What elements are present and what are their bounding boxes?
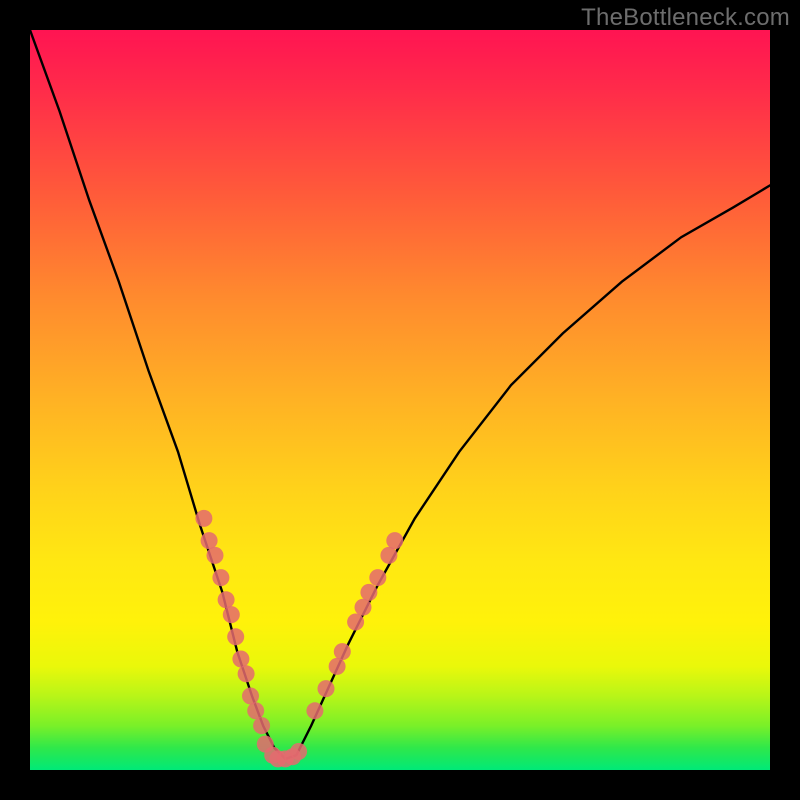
- right-dots-point: [334, 643, 351, 660]
- left-dots-point: [207, 547, 224, 564]
- left-dots-point: [253, 717, 270, 734]
- bottom-dots-point: [290, 743, 307, 760]
- left-dots-point: [227, 628, 244, 645]
- plot-area: [30, 30, 770, 770]
- right-dots-point: [360, 584, 377, 601]
- left-dots-point: [195, 510, 212, 527]
- left-dots-point: [232, 651, 249, 668]
- right-dots-point: [347, 614, 364, 631]
- watermark-text: TheBottleneck.com: [581, 4, 790, 32]
- right-dots-point: [329, 658, 346, 675]
- left-dots-point: [238, 665, 255, 682]
- left-dots-point: [201, 532, 218, 549]
- curve-line: [30, 30, 770, 759]
- right-dots-point: [380, 547, 397, 564]
- right-dots-point: [318, 680, 335, 697]
- chart-frame: TheBottleneck.com: [0, 0, 800, 800]
- left-dots-point: [212, 569, 229, 586]
- right-dots-point: [355, 599, 372, 616]
- chart-svg: [30, 30, 770, 770]
- left-dots-point: [223, 606, 240, 623]
- left-dots-point: [247, 702, 264, 719]
- right-dots-point: [386, 532, 403, 549]
- left-dots-point: [218, 591, 235, 608]
- left-dots-point: [242, 688, 259, 705]
- marker-dots: [195, 510, 403, 768]
- right-dots-point: [306, 702, 323, 719]
- right-dots-point: [369, 569, 386, 586]
